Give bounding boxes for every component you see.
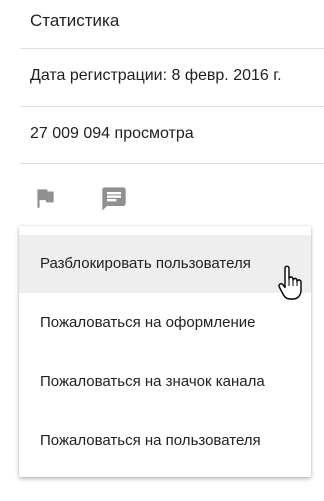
- channel-about-panel: Статистика Дата регистрации: 8 февр. 201…: [0, 0, 324, 501]
- menu-item-report-banner[interactable]: Пожаловаться на оформление: [19, 294, 311, 352]
- comment-icon[interactable]: [100, 185, 130, 213]
- menu-item-label: Пожаловаться на пользователя: [40, 432, 261, 449]
- menu-item-label: Разблокировать пользователя: [40, 255, 251, 272]
- flag-icon[interactable]: [32, 185, 62, 213]
- registration-date: Дата регистрации: 8 февр. 2016 г.: [30, 67, 282, 84]
- report-menu: Разблокировать пользователя Пожаловаться…: [19, 226, 311, 477]
- stats-title: Статистика: [30, 11, 120, 30]
- menu-item-unblock-user[interactable]: Разблокировать пользователя: [19, 235, 311, 293]
- menu-item-label: Пожаловаться на значок канала: [40, 373, 265, 390]
- divider: [20, 106, 324, 107]
- menu-item-report-channel-icon[interactable]: Пожаловаться на значок канала: [19, 353, 311, 411]
- menu-item-report-user[interactable]: Пожаловаться на пользователя: [19, 412, 311, 470]
- divider: [20, 163, 324, 164]
- menu-item-label: Пожаловаться на оформление: [40, 314, 256, 331]
- divider: [20, 48, 324, 49]
- view-count: 27 009 094 просмотра: [30, 125, 194, 142]
